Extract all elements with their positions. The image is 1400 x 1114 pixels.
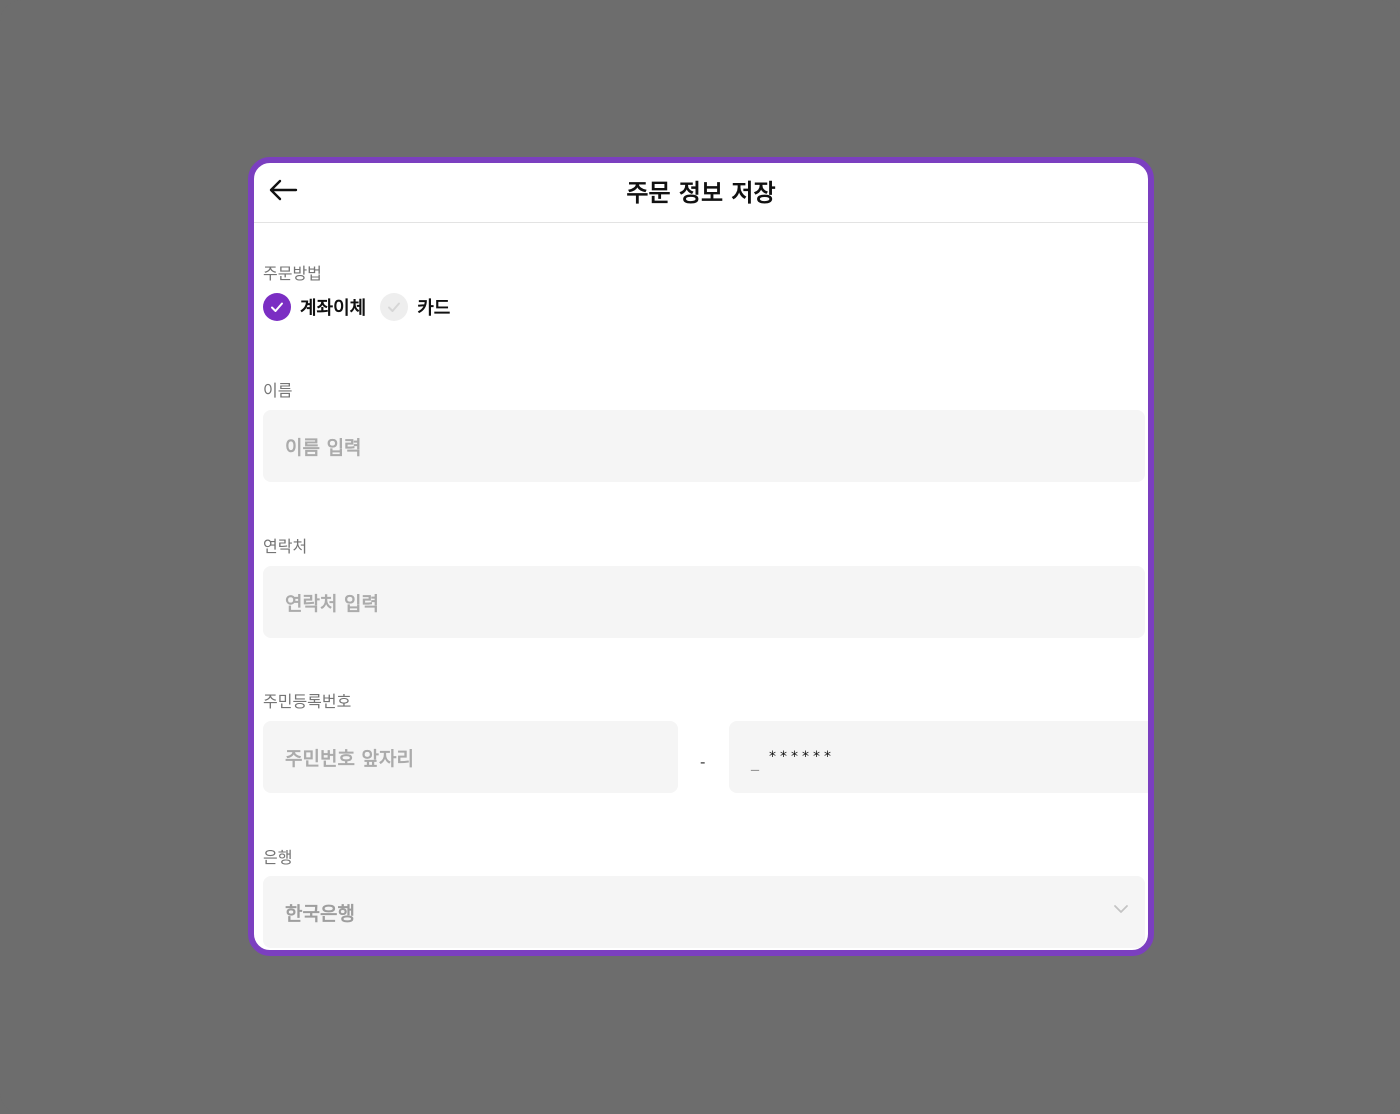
check-circle-icon	[263, 293, 291, 321]
radio-card[interactable]: 카드	[380, 293, 450, 321]
rrn-separator: -	[700, 753, 706, 771]
payment-method-group: 계좌이체 카드	[263, 292, 464, 322]
rrn-front-input[interactable]: 주민번호 앞자리	[263, 721, 678, 793]
radio-bank-transfer[interactable]: 계좌이체	[263, 293, 366, 321]
rrn-back-mask: ******	[769, 749, 835, 765]
rrn-label: 주민등록번호	[263, 692, 352, 711]
modal-header: 주문 정보 저장	[254, 163, 1148, 223]
contact-input[interactable]: 연락처 입력	[263, 566, 1145, 638]
order-info-modal: 주문 정보 저장 주문방법 계좌이체 카드 이름 이름 입력 연락처 연락처 입…	[248, 157, 1154, 956]
radio-label-bank-transfer: 계좌이체	[300, 298, 367, 319]
contact-label: 연락처	[263, 537, 308, 556]
bank-select[interactable]: 한국은행	[263, 876, 1145, 948]
payment-method-label: 주문방법	[263, 264, 322, 283]
name-label: 이름	[263, 381, 293, 400]
bank-selected-value: 한국은행	[285, 902, 355, 925]
rrn-back-input[interactable]: _ ******	[729, 721, 1148, 793]
check-circle-icon	[380, 293, 409, 321]
name-input[interactable]: 이름 입력	[263, 410, 1145, 482]
chevron-down-icon	[1114, 905, 1128, 913]
radio-label-card: 카드	[417, 298, 451, 319]
page-title: 주문 정보 저장	[626, 179, 776, 207]
bank-label: 은행	[263, 848, 293, 867]
text-cursor: _	[751, 751, 759, 771]
